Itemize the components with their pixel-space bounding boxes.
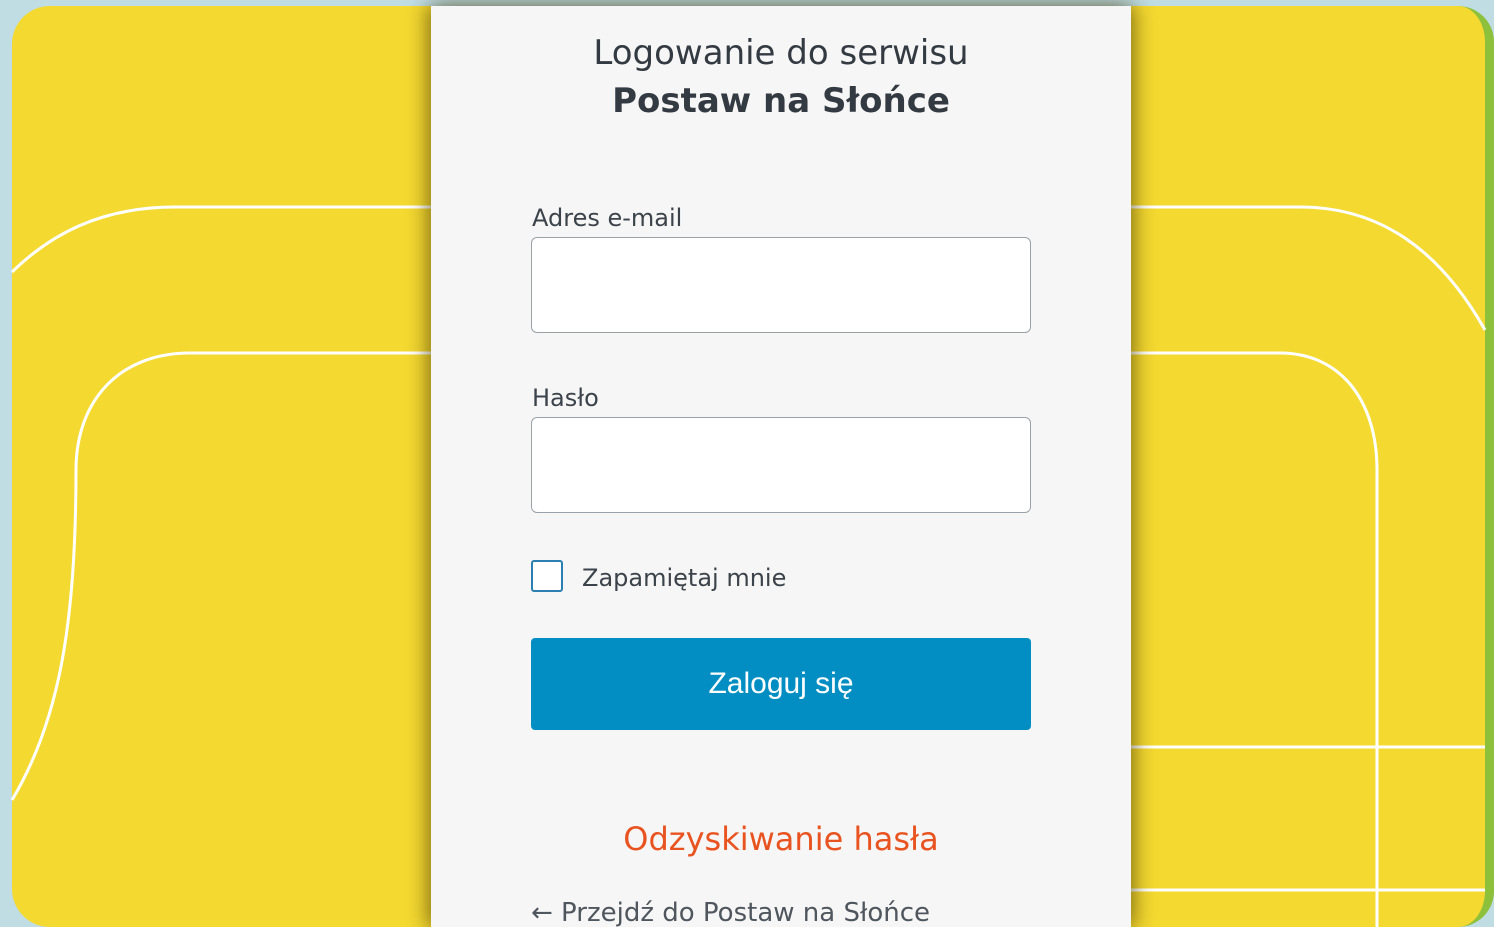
- email-field[interactable]: [531, 237, 1031, 333]
- password-recovery-link[interactable]: Odzyskiwanie hasła: [431, 817, 1131, 861]
- login-form-card: Logowanie do serwisu Postaw na Słońce Ad…: [431, 6, 1131, 927]
- password-field[interactable]: [531, 417, 1031, 513]
- remember-me-checkbox[interactable]: [531, 560, 563, 592]
- remember-me-row[interactable]: Zapamiętaj mnie: [531, 558, 1031, 598]
- password-label: Hasło: [532, 384, 599, 412]
- login-page: Logowanie do serwisu Postaw na Słońce Ad…: [0, 0, 1494, 927]
- back-to-site-link[interactable]: ← Przejdź do Postaw na Słońce: [531, 896, 930, 927]
- email-label: Adres e-mail: [532, 204, 683, 232]
- site-name-title: Postaw na Słońce: [612, 81, 950, 121]
- remember-me-label[interactable]: Zapamiętaj mnie: [582, 563, 786, 593]
- login-title: Logowanie do serwisu: [593, 33, 969, 73]
- login-button[interactable]: Zaloguj się: [531, 638, 1031, 730]
